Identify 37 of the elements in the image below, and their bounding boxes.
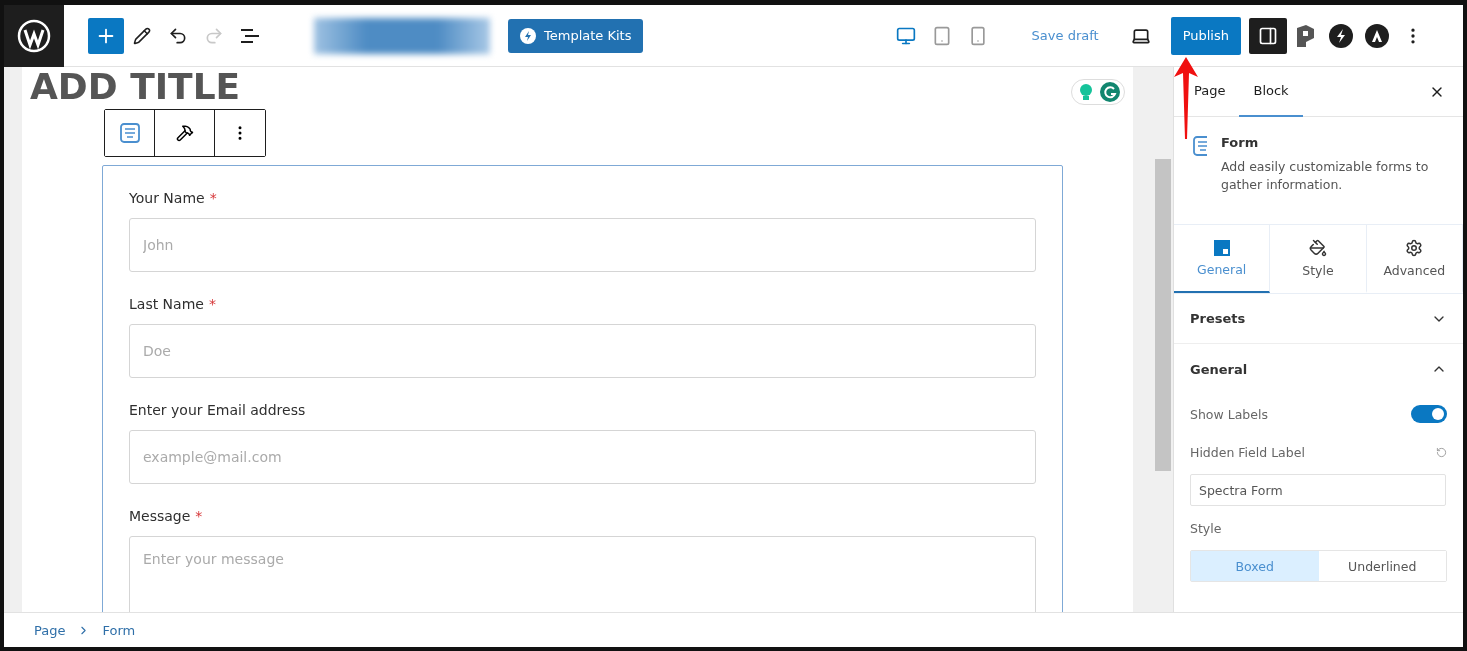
block-description: Add easily customizable forms to gather information. — [1220, 158, 1430, 194]
input-field[interactable]: Doe — [129, 324, 1036, 378]
input-field[interactable]: John — [129, 218, 1036, 272]
bolt-icon — [520, 27, 536, 44]
hidden-field-label: Hidden Field Label — [1190, 444, 1305, 460]
show-labels-label: Show Labels — [1190, 406, 1268, 422]
wordpress-logo[interactable] — [4, 4, 64, 67]
input-field[interactable]: example@mail.com — [129, 430, 1036, 484]
publish-button[interactable]: Publish — [1170, 16, 1241, 55]
gear-icon — [1405, 238, 1424, 257]
paint-bucket-icon — [1309, 238, 1327, 257]
field-label: Last Name — [129, 296, 204, 312]
sidebar-tab[interactable]: Block — [1239, 67, 1303, 117]
template-kits-button[interactable]: Template Kits — [508, 18, 644, 53]
sidebar-tab[interactable]: Page — [1180, 67, 1240, 117]
required-mark: * — [209, 190, 217, 206]
breadcrumb-link[interactable]: Page — [34, 622, 66, 638]
block-name: Form — [1220, 135, 1260, 150]
section-tab[interactable]: General — [1174, 225, 1271, 293]
add-block-button[interactable] — [88, 17, 124, 54]
form-icon — [1192, 135, 1207, 157]
field-label: Your Name — [129, 190, 205, 206]
grammarly-icon — [1100, 82, 1120, 102]
layout-icon — [1213, 239, 1230, 256]
settings-panel-icon[interactable] — [1249, 17, 1287, 54]
hidden-field-input[interactable]: Spectra Form — [1190, 474, 1446, 506]
style-label: Style — [1190, 520, 1222, 536]
required-mark: * — [208, 296, 216, 312]
message-field[interactable]: Enter your message — [129, 536, 1036, 612]
field-label: Enter your Email address — [129, 402, 306, 418]
required-mark: * — [195, 508, 203, 524]
breadcrumb-link[interactable]: Form — [102, 622, 136, 638]
reset-icon — [1436, 446, 1447, 458]
save-draft-button[interactable]: Save draft — [1025, 27, 1105, 44]
field-label: Message — [129, 508, 191, 524]
page-title[interactable]: ADD TITLE — [30, 67, 1133, 107]
show-labels-toggle[interactable] — [1411, 405, 1447, 423]
